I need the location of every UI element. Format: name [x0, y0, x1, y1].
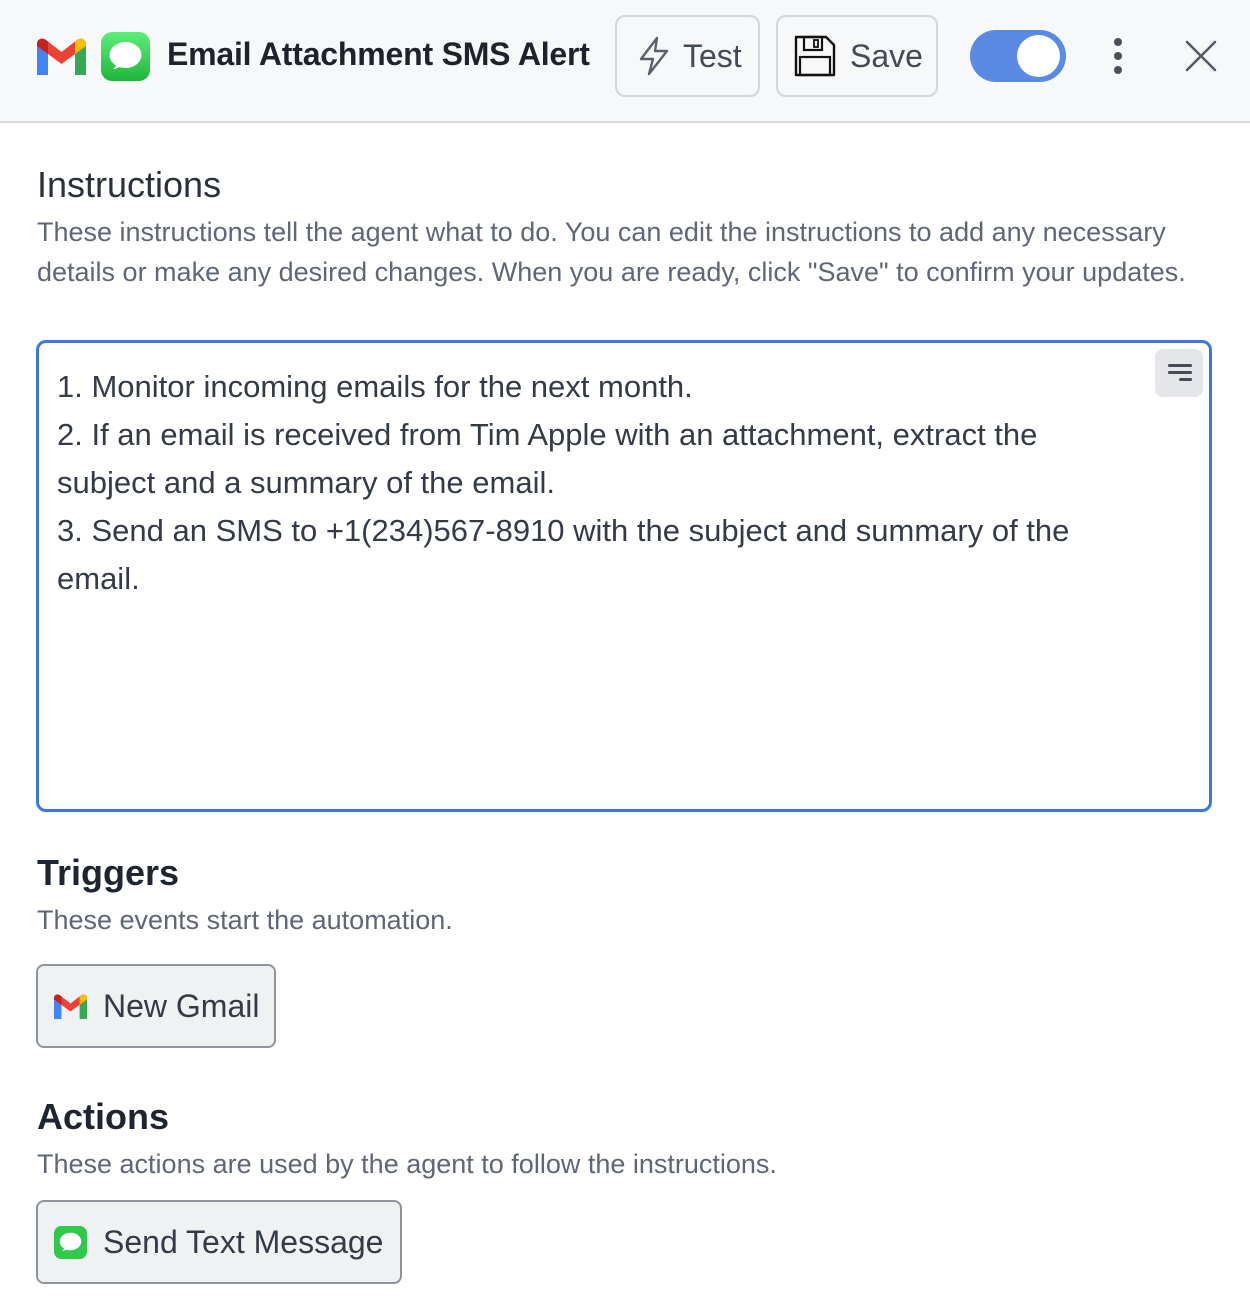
- test-button[interactable]: Test: [615, 15, 760, 97]
- instructions-heading: Instructions: [37, 164, 222, 205]
- action-label: Send Text Message: [103, 1223, 384, 1260]
- format-menu-button[interactable]: [1155, 349, 1203, 397]
- test-button-label: Test: [683, 37, 742, 74]
- triggers-description: These events start the automation.: [37, 905, 453, 935]
- action-send-text-message[interactable]: Send Text Message: [36, 1200, 402, 1284]
- instruction-line: 3. Send an SMS to +1(234)567-8910 with t…: [57, 513, 1070, 596]
- instruction-line: 2. If an email is received from Tim Appl…: [57, 417, 1038, 500]
- instruction-line: 1. Monitor incoming emails for the next …: [57, 369, 693, 404]
- instructions-textarea[interactable]: 1. Monitor incoming emails for the next …: [36, 340, 1212, 812]
- lightning-icon: [639, 36, 669, 76]
- floppy-disk-icon: [794, 35, 836, 77]
- gmail-icon: [54, 993, 87, 1019]
- actions-description: These actions are used by the agent to f…: [37, 1149, 777, 1179]
- toggle-knob: [1017, 35, 1060, 77]
- enable-toggle[interactable]: [970, 30, 1066, 82]
- automation-title: Email Attachment SMS Alert: [167, 36, 590, 72]
- messages-icon: [54, 1225, 87, 1259]
- instructions-description: These instructions tell the agent what t…: [37, 217, 1186, 287]
- more-options-icon[interactable]: [1105, 36, 1131, 76]
- save-button[interactable]: Save: [776, 15, 938, 97]
- close-icon[interactable]: [1183, 38, 1219, 74]
- actions-heading: Actions: [37, 1096, 170, 1137]
- messages-icon: [101, 32, 150, 81]
- trigger-new-gmail[interactable]: New Gmail: [36, 964, 276, 1048]
- triggers-heading: Triggers: [37, 852, 180, 893]
- gmail-icon: [37, 38, 86, 75]
- save-button-label: Save: [850, 37, 923, 74]
- header-bar: Email Attachment SMS Alert Test Save: [0, 0, 1250, 123]
- trigger-label: New Gmail: [103, 987, 260, 1024]
